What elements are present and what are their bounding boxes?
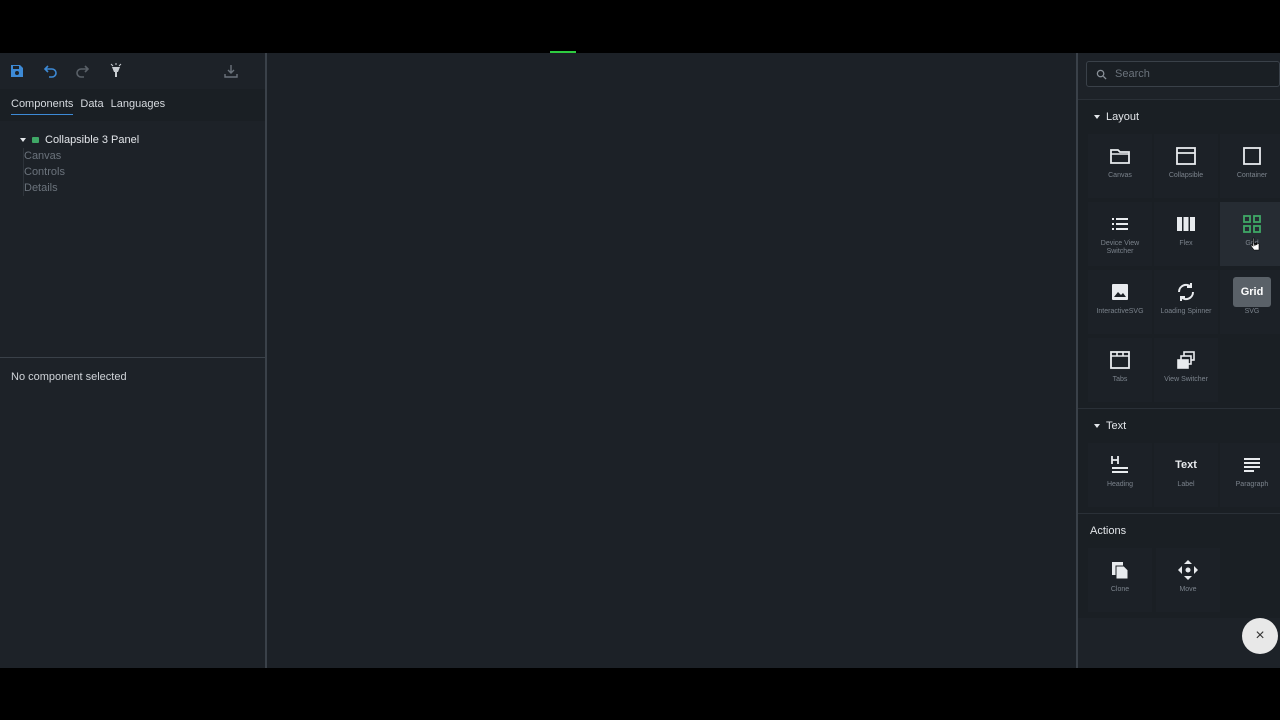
palette-item-view-switcher[interactable]: View Switcher xyxy=(1154,338,1218,402)
save-icon[interactable] xyxy=(9,63,25,79)
palette-item-label: Paragraph xyxy=(1235,481,1269,488)
palette-item-paragraph[interactable]: Paragraph xyxy=(1220,443,1280,507)
actions-grid: Clone Move xyxy=(1078,548,1280,618)
columns-icon xyxy=(1175,212,1197,236)
section-layout: Layout Canvas Collapsible Container Devi… xyxy=(1078,99,1280,408)
chevron-down-icon xyxy=(1094,115,1100,119)
toolbar xyxy=(0,53,265,89)
left-panel: Components Data Languages Collapsible 3 … xyxy=(0,53,267,668)
tree-children: Canvas Controls Details xyxy=(23,148,265,196)
palette-item-interactivesvg[interactable]: InteractiveSVG xyxy=(1088,270,1152,334)
palette-item-label: Tabs xyxy=(1112,376,1128,383)
palette-item-clone[interactable]: Clone xyxy=(1088,548,1152,612)
folder-icon xyxy=(1109,144,1131,168)
component-tree: Collapsible 3 Panel Canvas Controls Deta… xyxy=(0,121,265,358)
grid-icon xyxy=(1241,212,1263,236)
palette-item-label: Move xyxy=(1179,586,1197,593)
component-palette: Search Layout Canvas Collapsible Contain… xyxy=(1076,53,1280,668)
palette-item-loading-spinner[interactable]: Loading Spinner xyxy=(1154,270,1218,334)
palette-item-label-text[interactable]: Text Label xyxy=(1154,443,1218,507)
tree-root-label: Collapsible 3 Panel xyxy=(45,134,140,146)
palette-item-label: Container xyxy=(1236,172,1268,179)
tab-data[interactable]: Data xyxy=(80,98,103,114)
palette-item-flex[interactable]: Flex xyxy=(1154,202,1218,266)
palette-item-label: Collapsible xyxy=(1168,172,1204,179)
download-icon[interactable] xyxy=(223,63,239,79)
inspector-empty-text: No component selected xyxy=(11,371,127,383)
search-placeholder: Search xyxy=(1115,68,1150,80)
section-text-title: Text xyxy=(1106,420,1127,432)
tree-item-canvas[interactable]: Canvas xyxy=(24,148,265,164)
section-actions: Actions Clone Move xyxy=(1078,513,1280,618)
palette-item-label: Loading Spinner xyxy=(1160,308,1212,315)
palette-item-label: Label xyxy=(1177,481,1195,488)
palette-item-label: Device View Switcher xyxy=(1100,240,1140,255)
label-text-icon: Text xyxy=(1175,453,1197,477)
section-actions-title: Actions xyxy=(1090,525,1127,537)
tab-components[interactable]: Components xyxy=(11,98,74,115)
palette-item-heading[interactable]: Heading xyxy=(1088,443,1152,507)
palette-item-collapsible[interactable]: Collapsible xyxy=(1154,134,1218,198)
palette-item-label: Clone xyxy=(1110,586,1130,593)
search-input[interactable]: Search xyxy=(1086,61,1280,87)
editor-app: Components Data Languages Collapsible 3 … xyxy=(0,53,1280,668)
undo-icon[interactable] xyxy=(42,63,58,79)
refresh-icon xyxy=(1175,280,1197,304)
square-icon xyxy=(1241,144,1263,168)
collapsible-icon xyxy=(1175,144,1197,168)
redo-icon[interactable] xyxy=(75,63,91,79)
palette-item-label: Heading xyxy=(1106,481,1134,488)
palette-item-device-view-switcher[interactable]: Device View Switcher xyxy=(1088,202,1152,266)
paragraph-icon xyxy=(1241,453,1263,477)
lamp-icon[interactable] xyxy=(108,63,124,79)
palette-item-tabs[interactable]: Tabs xyxy=(1088,338,1152,402)
palette-item-canvas[interactable]: Canvas xyxy=(1088,134,1152,198)
left-tabs: Components Data Languages xyxy=(0,89,265,121)
palette-item-container[interactable]: Container xyxy=(1220,134,1280,198)
palette-item-label: SVG xyxy=(1244,308,1260,315)
label-glyph: Text xyxy=(1175,459,1197,471)
palette-item-grid[interactable]: Grid xyxy=(1220,202,1280,266)
palette-item-move[interactable]: Move xyxy=(1156,548,1220,612)
pointer-cursor-icon xyxy=(1250,237,1260,251)
palette-item-label: InteractiveSVG xyxy=(1096,308,1144,315)
section-layout-title: Layout xyxy=(1106,111,1140,123)
palette-item-svg[interactable]: Grid SVG xyxy=(1220,270,1280,334)
text-grid: Heading Text Label Paragraph xyxy=(1078,443,1280,513)
close-icon: × xyxy=(1255,627,1265,644)
tabs-icon xyxy=(1109,348,1131,372)
list-icon xyxy=(1109,212,1131,236)
palette-item-label: Canvas xyxy=(1108,172,1132,179)
move-icon xyxy=(1177,558,1199,582)
tree-root-item[interactable]: Collapsible 3 Panel xyxy=(10,132,265,148)
chevron-down-icon[interactable] xyxy=(20,138,26,142)
tree-item-details[interactable]: Details xyxy=(24,180,265,196)
section-text-header[interactable]: Text xyxy=(1078,409,1280,443)
panel-icon xyxy=(32,137,39,143)
layout-grid: Canvas Collapsible Container Device View… xyxy=(1078,134,1280,408)
tree-item-controls[interactable]: Controls xyxy=(24,164,265,180)
section-text: Text Heading Text Label Paragraph xyxy=(1078,408,1280,513)
heading-icon xyxy=(1109,453,1131,477)
palette-item-label: View Switcher xyxy=(1164,376,1208,383)
grid-badge: Grid xyxy=(1233,277,1271,307)
section-actions-header[interactable]: Actions xyxy=(1078,514,1280,548)
palette-item-label: Flex xyxy=(1179,240,1193,247)
grid-badge-icon: Grid xyxy=(1233,277,1271,307)
close-fab-button[interactable]: × xyxy=(1242,618,1278,654)
view-switcher-icon xyxy=(1175,348,1197,372)
image-icon xyxy=(1109,280,1131,304)
section-layout-header[interactable]: Layout xyxy=(1078,100,1280,134)
chevron-down-icon xyxy=(1094,424,1100,428)
tab-languages[interactable]: Languages xyxy=(111,98,165,114)
search-wrapper: Search xyxy=(1078,53,1280,99)
clone-icon xyxy=(1109,558,1131,582)
search-icon xyxy=(1096,69,1107,80)
